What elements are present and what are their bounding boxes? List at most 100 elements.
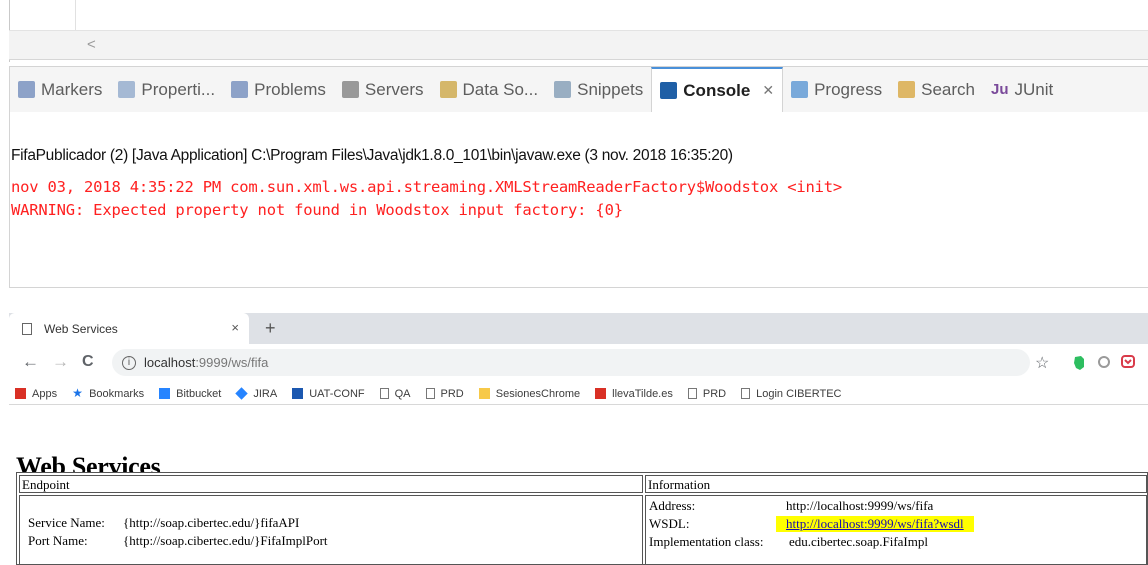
bitbucket-icon [159,388,171,399]
bookmark-item[interactable]: Bitbucket [159,388,221,400]
service-name-label: Service Name: [28,515,105,530]
view-tab-search[interactable]: Search [890,67,983,112]
url-path: :9999/ws/fifa [195,355,269,370]
bookmark-item[interactable]: UAT-CONF [292,387,365,400]
web-page: Web Services Endpoint Information Servic… [9,405,1148,565]
bookmark-label: JIRA [253,387,278,400]
port-name-label: Port Name: [28,533,88,548]
folder-icon [478,388,490,399]
bookmark-item[interactable]: JIRA [235,387,278,400]
bookmark-item[interactable]: QA [379,387,411,400]
reload-icon[interactable]: C [82,353,94,371]
extension-circle-icon[interactable] [1097,355,1111,374]
scroll-left-arrow-icon[interactable]: < [87,36,96,53]
eclipse-view-tabs: Markers Properti... Problems Servers Data So… [9,66,1148,112]
progress-icon [791,81,809,98]
apps-icon [15,388,26,399]
bookmark-label: Bookmarks [89,387,145,400]
page-icon [687,388,697,399]
bookmark-item[interactable]: llevaTilde.es [595,388,673,400]
page-icon [22,322,32,335]
data-source-icon [439,81,457,98]
llevatilde-icon [595,388,607,399]
forward-icon[interactable]: → [52,352,69,372]
page-icon [379,388,389,399]
bookmark-star-icon[interactable]: ☆ [1035,353,1049,373]
site-info-icon[interactable]: i [122,355,136,370]
bookmark-item[interactable]: Login CIBERTEC [741,388,841,400]
close-tab-icon[interactable]: × [231,320,239,335]
view-tab-snippets[interactable]: Snippets [546,67,651,112]
table-header-endpoint: Endpoint [19,475,643,493]
view-tab-label: Properti... [141,79,216,99]
address-value: http://localhost:9999/ws/fifa [786,498,934,513]
page-icon [425,388,435,399]
horizontal-scrollbar[interactable]: < [9,30,1148,60]
port-name-value: {http://soap.cibertec.edu/}FifaImplPort [123,533,328,548]
view-tab-markers[interactable]: Markers [10,67,110,112]
view-tab-data-source[interactable]: Data So... [432,67,547,112]
browser-tab-title: Web Services [44,321,118,336]
address-bar[interactable]: i localhost :9999/ws/fifa [112,349,1030,376]
view-tab-servers[interactable]: Servers [334,67,432,112]
implementation-class-label: Implementation class: [649,534,764,549]
bookmark-item[interactable]: PRD [425,387,464,400]
browser-tab[interactable]: Web Services × [9,313,249,344]
table-header-information: Information [645,475,1147,493]
back-icon[interactable]: ← [22,352,39,372]
information-cell: Address: http://localhost:9999/ws/fifa W… [645,495,1147,565]
browser-tab-strip: Web Services × + [9,313,1148,344]
bookmark-label: QA [394,387,411,400]
search-icon [898,81,916,98]
bookmarks-bar: Apps ★ Bookmarks Bitbucket JIRA UAT-CONF QA PRD… [9,383,1148,405]
snippets-icon [554,81,572,98]
console-output-line: nov 03, 2018 4:35:22 PM com.sun.xml.ws.a… [11,178,842,196]
view-tab-progress[interactable]: Progress [783,67,890,112]
bookmark-label: SesionesChrome [495,387,581,400]
star-icon: ★ [72,386,83,400]
bookmark-item[interactable]: SesionesChrome [478,387,581,400]
view-tab-label: Snippets [577,79,644,99]
new-tab-icon[interactable]: + [265,318,276,339]
console-icon [660,82,678,99]
implementation-class-value: edu.cibertec.soap.FifaImpl [789,534,928,549]
url-host: localhost [144,355,196,370]
wsdl-link[interactable]: http://localhost:9999/ws/fifa?wsdl [776,516,974,532]
bookmark-label: Apps [32,387,58,400]
bookmark-item[interactable]: Apps [15,388,57,400]
bookmark-label: Bitbucket [176,387,222,400]
bookmark-label: UAT-CONF [309,387,365,400]
view-tab-label: Data So... [462,79,539,99]
editor-ruler-divider [75,0,76,30]
bookmark-item[interactable]: ★ Bookmarks [72,386,145,400]
problems-icon [231,81,249,98]
pocket-extension-icon[interactable] [1121,355,1135,374]
view-tab-label: Markers [41,79,103,99]
view-tab-label: Search [921,79,975,99]
view-tab-problems[interactable]: Problems [223,67,334,112]
view-tab-properties[interactable]: Properti... [110,67,223,112]
endpoint-cell: Service Name: {http://soap.cibertec.edu/… [19,495,643,565]
jira-icon [235,387,249,400]
view-tab-junit[interactable]: Ju JUnit [983,67,1061,112]
view-tab-label: Servers [364,79,424,99]
services-table: Endpoint Information Service Name: {http… [16,472,1148,565]
evernote-extension-icon[interactable] [1071,355,1087,376]
view-tab-label: Progress [814,79,883,99]
view-tab-label: Console [683,80,751,100]
service-name-value: {http://soap.cibertec.edu/}fifaAPI [123,515,300,530]
wsdl-label: WSDL: [649,516,690,531]
console-output-line: WARNING: Expected property not found in … [11,201,623,219]
close-icon[interactable]: ✕ [762,82,774,99]
bookmark-label: llevaTilde.es [612,387,673,400]
page-icon [741,388,751,399]
servers-icon [341,81,359,98]
eclipse-editor-area: < [0,0,1148,62]
view-tab-label: JUnit [1014,79,1054,99]
console-view: FifaPublicador (2) [Java Application] C:… [9,112,1148,288]
markers-icon [18,81,35,98]
view-tab-console[interactable]: Console ✕ [651,67,784,112]
view-tab-label: Problems [254,79,326,99]
bookmark-label: PRD [440,387,464,400]
bookmark-item[interactable]: PRD [687,388,726,400]
